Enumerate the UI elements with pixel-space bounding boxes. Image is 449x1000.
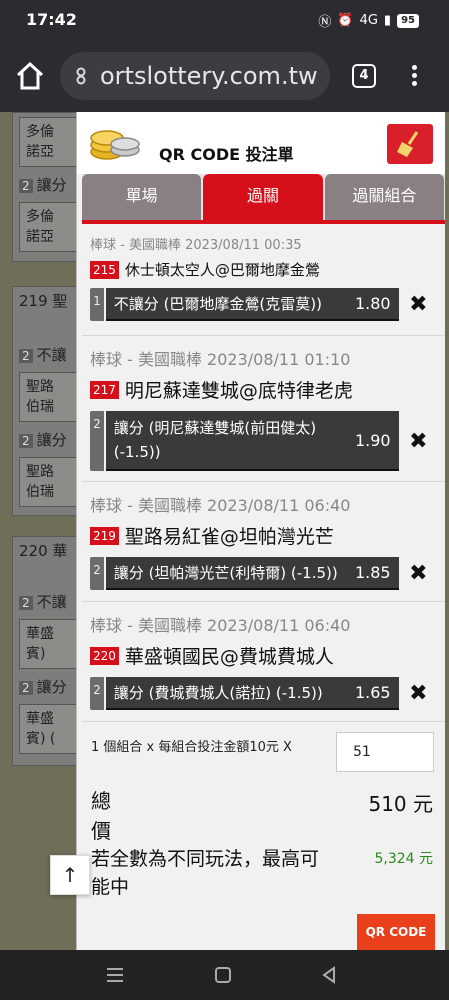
bet-league: 棒球 - 美國職棒 2023/08/11 06:40 <box>90 616 351 635</box>
pick-odds: 1.90 <box>354 430 391 450</box>
pick-number: 2 <box>90 557 104 590</box>
remove-bet-icon[interactable]: ✖ <box>399 429 438 454</box>
broom-icon <box>397 131 419 157</box>
bet-amount-input[interactable]: 51 <box>336 732 434 772</box>
pick-text: 不讓分 (巴爾地摩金鶯(克雷莫)) <box>113 295 322 313</box>
bet-type-tabs: 單場 過關 過關組合 <box>82 174 445 222</box>
pick-number: 2 <box>90 677 104 710</box>
system-nav-bar <box>0 950 449 1000</box>
bet-item: 棒球 - 美國職棒 2023/08/11 06:40 220 華盛頓國民@費城費… <box>82 602 445 722</box>
bet-match: 219 聖路易紅雀@坦帕灣光芒 <box>90 522 438 549</box>
bet-pick[interactable]: 不讓分 (巴爾地摩金鶯(克雷莫)) 1.80 <box>105 288 399 321</box>
bet-league: 棒球 - 美國職棒 2023/08/11 01:10 <box>90 350 351 369</box>
qr-code-button[interactable]: QR CODE <box>357 914 435 950</box>
total-label: 總價 <box>91 789 111 843</box>
qr-bet-slip-panel: QR CODE 投注單 單場 過關 過關組合 棒球 - 美國職棒 2023/08… <box>76 112 445 950</box>
bet-pick-row: 1 不讓分 (巴爾地摩金鶯(克雷莫)) 1.80 ✖ <box>90 288 438 321</box>
tab-single[interactable]: 單場 <box>82 174 202 222</box>
clear-slip-button[interactable] <box>387 124 433 164</box>
signal-label: 4G <box>359 13 378 28</box>
bet-item: 棒球 - 美國職棒 2023/08/11 06:40 219 聖路易紅雀@坦帕灣… <box>82 482 445 602</box>
pick-odds: 1.85 <box>354 563 391 582</box>
browser-menu-icon[interactable] <box>406 62 422 90</box>
bet-league: 棒球 - 美國職棒 2023/08/11 06:40 <box>90 496 351 515</box>
bet-pick[interactable]: 讓分 (費城費城人(諾拉) (-1.5)) 1.65 <box>105 677 399 710</box>
site-info-icon[interactable] <box>74 67 88 85</box>
browser-toolbar: ortslottery.com.tw 4 <box>0 40 449 112</box>
bet-match: 215 休士頓太空人@巴爾地摩金鶯 <box>90 259 438 280</box>
pick-number: 2 <box>90 411 104 471</box>
back-nav-icon[interactable] <box>318 964 340 986</box>
match-code: 217 <box>90 380 119 399</box>
pick-text: 讓分 (費城費城人(諾拉) (-1.5)) <box>113 684 323 702</box>
combo-summary: 1 個組合 x 每組合投注金額10元 X <box>91 740 292 755</box>
max-win-value: 5,324 元 <box>374 851 433 867</box>
pick-odds: 1.65 <box>354 683 391 702</box>
match-code: 219 <box>90 526 119 545</box>
status-icons: Ⓝ ⏰ 4G ▮ 95 <box>318 11 419 30</box>
address-bar[interactable]: ortslottery.com.tw <box>60 52 330 100</box>
status-bar: 17:42 Ⓝ ⏰ 4G ▮ 95 <box>0 0 449 40</box>
bet-pick[interactable]: 讓分 (坦帕灣光芒(利特爾) (-1.5)) 1.85 <box>105 557 399 590</box>
bet-match: 217 明尼蘇達雙城@底特律老虎 <box>90 376 438 403</box>
home-nav-icon[interactable] <box>212 964 234 986</box>
alarm-icon: ⏰ <box>337 13 354 28</box>
bet-item: 棒球 - 美國職棒 2023/08/11 01:10 217 明尼蘇達雙城@底特… <box>82 336 445 482</box>
remove-bet-icon[interactable]: ✖ <box>399 292 438 317</box>
scroll-to-top-button[interactable]: ↑ <box>50 855 90 895</box>
bet-pick-row: 2 讓分 (坦帕灣光芒(利特爾) (-1.5)) 1.85 ✖ <box>90 557 438 590</box>
pick-odds: 1.80 <box>354 294 391 313</box>
match-teams: 休士頓太空人@巴爾地摩金鶯 <box>124 261 320 279</box>
remove-bet-icon[interactable]: ✖ <box>399 681 438 706</box>
bet-item: 棒球 - 美國職棒 2023/08/11 00:35 215 休士頓太空人@巴爾… <box>82 224 445 336</box>
pick-number: 1 <box>90 288 104 321</box>
total-value: 510 元 <box>368 792 433 816</box>
status-time: 17:42 <box>26 10 77 29</box>
match-teams: 華盛頓國民@費城費城人 <box>124 646 334 668</box>
recent-apps-icon[interactable] <box>104 964 126 986</box>
panel-title: QR CODE 投注單 <box>159 145 294 164</box>
tab-parlay-combo[interactable]: 過關組合 <box>324 174 444 222</box>
bet-list: 棒球 - 美國職棒 2023/08/11 00:35 215 休士頓太空人@巴爾… <box>82 224 445 722</box>
pick-text: 讓分 (明尼蘇達雙城(前田健太) (-1.5)) <box>113 419 317 461</box>
tab-parlay[interactable]: 過關 <box>203 174 323 222</box>
url-text: ortslottery.com.tw <box>100 62 318 90</box>
battery-icon: 95 <box>397 13 419 28</box>
max-win-label: 若全數為不同玩法，最高可能中 <box>91 848 320 898</box>
home-icon[interactable] <box>14 60 46 92</box>
bet-pick[interactable]: 讓分 (明尼蘇達雙城(前田健太) (-1.5)) 1.90 <box>105 411 399 471</box>
match-teams: 聖路易紅雀@坦帕灣光芒 <box>124 526 334 548</box>
remove-bet-icon[interactable]: ✖ <box>399 561 438 586</box>
bet-league: 棒球 - 美國職棒 2023/08/11 00:35 <box>90 238 302 253</box>
tab-switcher-button[interactable]: 4 <box>352 64 376 88</box>
pick-text: 讓分 (坦帕灣光芒(利特爾) (-1.5)) <box>113 564 338 582</box>
match-teams: 明尼蘇達雙城@底特律老虎 <box>124 380 353 402</box>
nfc-icon: Ⓝ <box>318 15 332 30</box>
bet-match: 220 華盛頓國民@費城費城人 <box>90 642 438 669</box>
panel-header: QR CODE 投注單 <box>77 112 445 174</box>
coins-icon <box>90 130 140 160</box>
bet-pick-row: 2 讓分 (費城費城人(諾拉) (-1.5)) 1.65 ✖ <box>90 677 438 710</box>
match-code: 215 <box>90 260 119 279</box>
signal-icon: ▮ <box>383 13 392 28</box>
match-code: 220 <box>90 646 119 665</box>
bet-pick-row: 2 讓分 (明尼蘇達雙城(前田健太) (-1.5)) 1.90 ✖ <box>90 411 438 471</box>
